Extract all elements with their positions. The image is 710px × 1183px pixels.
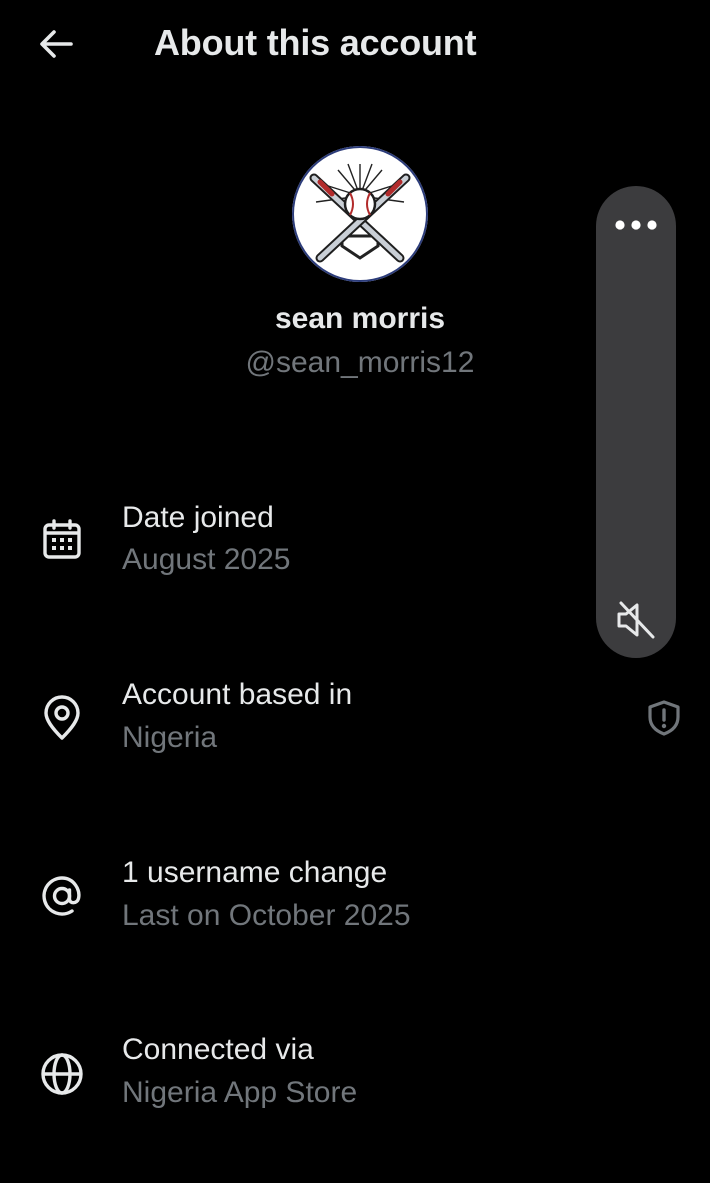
shield-alert-icon[interactable]	[644, 698, 684, 738]
arrow-left-icon	[40, 30, 73, 58]
location-pin-icon	[36, 692, 88, 744]
row-value: Nigeria	[122, 721, 218, 754]
row-account-based-in: Account based in Nigeria	[0, 678, 600, 788]
row-value: August 2025	[122, 543, 291, 576]
row-connected-via: Connected via Nigeria App Store	[0, 1033, 600, 1143]
row-title: Account based in	[122, 678, 353, 711]
row-title: 1 username change	[122, 856, 388, 889]
back-button[interactable]	[30, 22, 82, 66]
avatar[interactable]	[292, 146, 428, 282]
at-sign-icon	[36, 870, 88, 922]
row-value: Nigeria App Store	[122, 1076, 358, 1109]
row-username-change: 1 username change Last on October 2025	[0, 856, 600, 966]
row-date-joined: Date joined August 2025	[0, 500, 600, 610]
row-title: Connected via	[122, 1033, 314, 1066]
row-title: Date joined	[122, 501, 274, 534]
app-header: About this account	[0, 0, 710, 88]
floating-media-panel	[596, 186, 676, 658]
more-dots-icon	[615, 220, 657, 230]
more-options-button[interactable]	[596, 200, 676, 250]
speaker-muted-icon	[617, 601, 655, 639]
calendar-icon	[36, 514, 88, 566]
mute-toggle-button[interactable]	[596, 592, 676, 648]
globe-icon	[36, 1048, 88, 1100]
row-value: Last on October 2025	[122, 899, 411, 932]
page-title: About this account	[154, 22, 477, 63]
baseball-bats-logo	[294, 148, 426, 280]
